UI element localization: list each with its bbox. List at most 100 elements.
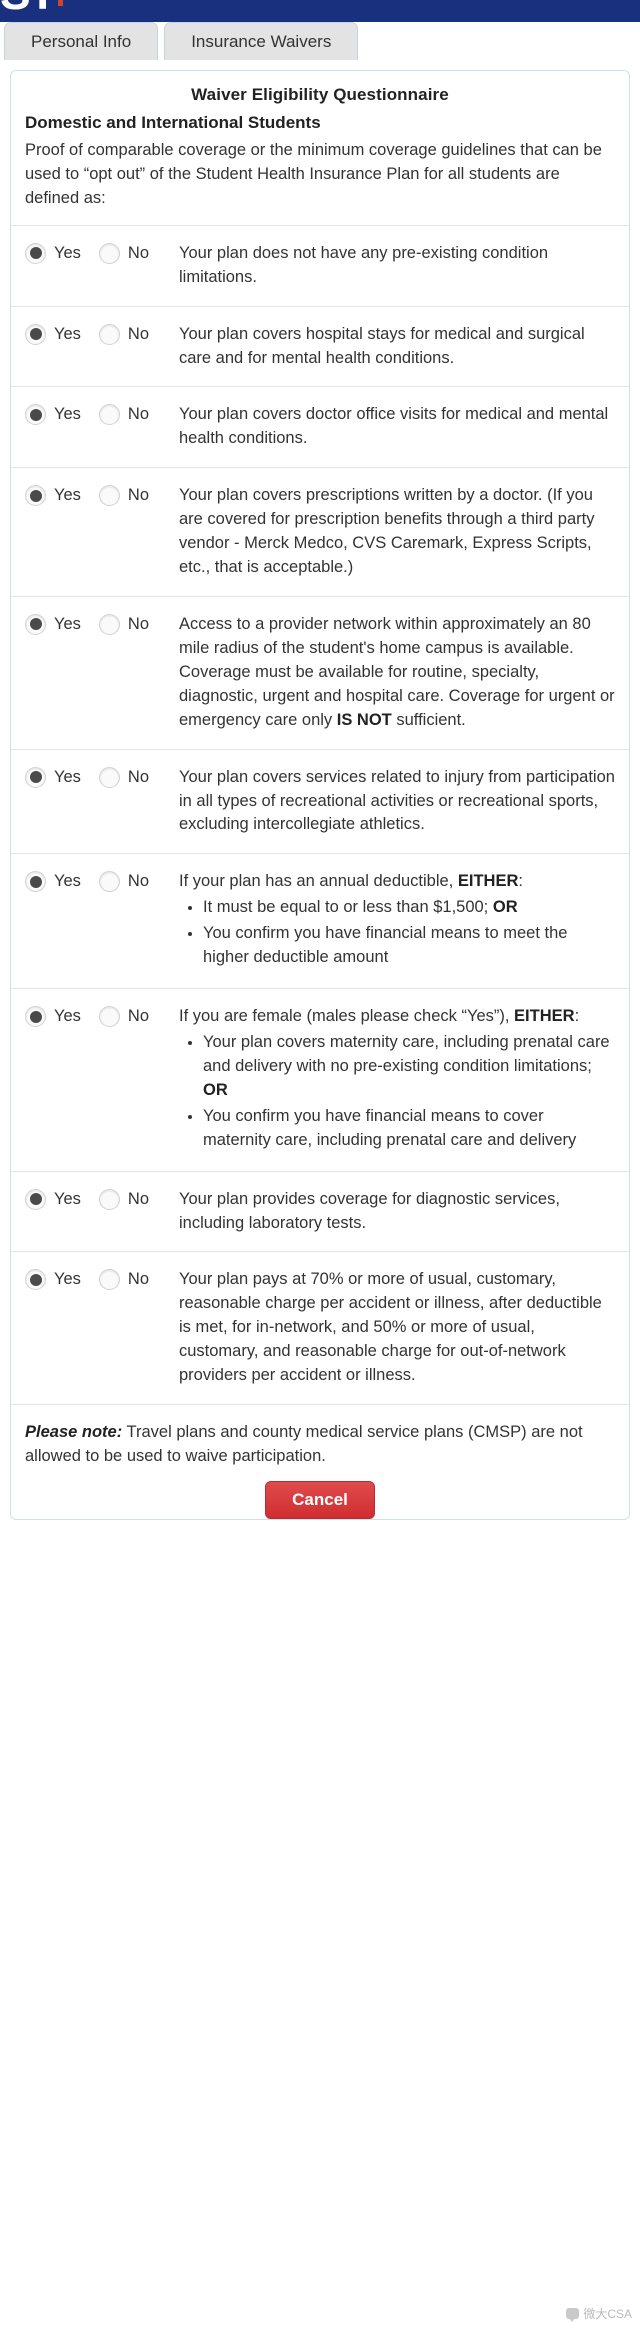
answer-options: Yes No — [25, 403, 175, 426]
radio-yes-icon[interactable] — [25, 871, 46, 893]
radio-yes-icon[interactable] — [25, 404, 46, 426]
question-row: Yes No If you are female (males please che… — [11, 988, 629, 1171]
radio-no-icon[interactable] — [98, 485, 120, 507]
radio-option-no[interactable]: No — [98, 1188, 150, 1210]
chat-bubble-icon — [566, 2308, 580, 2322]
radio-no-label: No — [127, 486, 150, 505]
question-row: Yes No If your plan has an annual deductib… — [11, 853, 629, 988]
question-row: Yes No Your plan does not have any pre-exi… — [11, 224, 629, 306]
radio-no-label: No — [127, 1007, 150, 1026]
radio-option-no[interactable]: No — [98, 404, 150, 426]
card-intro-text: Proof of comparable coverage or the mini… — [25, 141, 602, 207]
radio-no-icon[interactable] — [98, 1269, 120, 1291]
question-text: Your plan covers doctor office visits fo… — [179, 405, 609, 448]
radio-option-no[interactable]: No — [98, 242, 150, 264]
radio-yes-icon[interactable] — [25, 323, 46, 345]
radio-option-yes[interactable]: Yes — [25, 485, 81, 507]
logo-accent-mark — [58, 0, 63, 6]
radio-option-no[interactable]: No — [98, 1269, 150, 1291]
questionnaire-card: Waiver Eligibility Questionnaire Domesti… — [10, 70, 630, 1520]
site-logo: ST — [0, 0, 57, 16]
radio-yes-label: Yes — [54, 767, 81, 786]
radio-option-no[interactable]: No — [98, 766, 149, 788]
question-bullet-item: You confirm you have financial means to … — [203, 1105, 615, 1153]
tab-bar: Personal Info Insurance Waivers — [0, 22, 640, 60]
radio-option-no[interactable]: No — [98, 485, 150, 507]
radio-option-no[interactable]: No — [98, 1006, 150, 1028]
radio-yes-icon[interactable] — [25, 1269, 46, 1291]
radio-no-icon[interactable] — [98, 871, 120, 893]
answer-options: Yes No — [25, 1268, 175, 1291]
answer-options: Yes No — [25, 1005, 175, 1028]
radio-yes-label: Yes — [54, 1189, 81, 1208]
radio-yes-icon[interactable] — [25, 242, 46, 264]
radio-yes-label: Yes — [54, 1007, 81, 1026]
answer-options: Yes No — [25, 242, 175, 264]
radio-yes-icon[interactable] — [25, 1006, 46, 1028]
tab-personal-info-label: Personal Info — [31, 31, 132, 51]
questions-list: Yes No Your plan does not have any pre-exi… — [11, 224, 629, 1404]
question-text: If your plan has an annual deductible, E… — [175, 870, 615, 972]
question-text: Your plan pays at 70% or more of usual, … — [179, 1270, 602, 1385]
radio-no-label: No — [127, 405, 150, 424]
radio-yes-icon[interactable] — [25, 766, 46, 788]
radio-no-label: No — [127, 324, 150, 343]
cancel-button[interactable]: Cancel — [265, 1480, 375, 1519]
radio-option-yes[interactable]: Yes — [25, 871, 81, 893]
radio-no-icon[interactable] — [98, 242, 120, 264]
answer-options: Yes No — [25, 870, 175, 893]
radio-no-label: No — [127, 243, 150, 262]
radio-yes-icon[interactable] — [25, 485, 46, 507]
radio-no-label: No — [127, 872, 150, 891]
question-text: Your plan covers prescriptions written b… — [179, 486, 595, 577]
radio-yes-label: Yes — [54, 243, 81, 262]
radio-yes-label: Yes — [54, 614, 81, 633]
radio-option-no[interactable]: No — [98, 323, 150, 345]
radio-option-yes[interactable]: Yes — [25, 1269, 81, 1291]
tab-insurance-waivers-label: Insurance Waivers — [191, 31, 332, 51]
radio-option-yes[interactable]: Yes — [25, 1188, 81, 1210]
radio-yes-icon[interactable] — [25, 613, 46, 635]
question-row: Yes No Your plan covers doctor office visi… — [11, 386, 629, 467]
question-row: Yes No Your plan covers hospital stays for… — [11, 305, 629, 387]
app-header-bar: ST — [0, 0, 640, 22]
radio-yes-label: Yes — [54, 405, 81, 424]
radio-option-yes[interactable]: Yes — [25, 613, 81, 635]
radio-option-yes[interactable]: Yes — [25, 242, 81, 264]
watermark-label: 微大CSA — [583, 2307, 632, 2321]
answer-options: Yes No — [25, 766, 175, 788]
radio-yes-label: Yes — [54, 324, 81, 343]
answer-options: Yes No — [25, 323, 175, 345]
question-row: Yes No Your plan covers prescriptions writ… — [11, 467, 629, 596]
question-row: Yes No Access to a provider network within… — [11, 595, 629, 749]
radio-no-icon[interactable] — [98, 323, 120, 345]
question-text: Your plan does not have any pre-existing… — [179, 243, 549, 286]
radio-option-no[interactable]: No — [98, 871, 150, 893]
radio-option-yes[interactable]: Yes — [25, 404, 81, 426]
question-bullet-list: Your plan covers maternity care, includi… — [179, 1031, 615, 1153]
question-text: Access to a provider network within appr… — [179, 614, 615, 729]
radio-no-icon[interactable] — [98, 1006, 120, 1028]
footer-note-label: Please note: — [25, 1423, 123, 1442]
radio-yes-label: Yes — [54, 872, 81, 891]
radio-option-yes[interactable]: Yes — [25, 323, 81, 345]
button-row: Cancel — [11, 1479, 629, 1519]
radio-no-label: No — [127, 614, 150, 633]
radio-no-icon[interactable] — [98, 404, 120, 426]
radio-yes-label: Yes — [54, 486, 81, 505]
card-header: Waiver Eligibility Questionnaire Domesti… — [11, 71, 629, 211]
radio-yes-icon[interactable] — [25, 1188, 46, 1210]
radio-no-icon[interactable] — [98, 613, 120, 635]
radio-option-no[interactable]: No — [98, 613, 150, 635]
watermark: 微大CSA — [566, 2305, 632, 2322]
radio-no-icon[interactable] — [98, 766, 120, 788]
radio-option-yes[interactable]: Yes — [25, 1006, 81, 1028]
question-row: Yes No Your plan covers services related t… — [11, 748, 629, 854]
radio-no-icon[interactable] — [98, 1188, 120, 1210]
tab-insurance-waivers[interactable]: Insurance Waivers — [164, 22, 359, 60]
question-text: Your plan covers services related to inj… — [179, 767, 615, 834]
tab-personal-info[interactable]: Personal Info — [4, 22, 159, 60]
radio-option-yes[interactable]: Yes — [25, 766, 81, 788]
radio-no-label: No — [127, 1189, 150, 1208]
radio-no-label: No — [127, 1270, 150, 1289]
